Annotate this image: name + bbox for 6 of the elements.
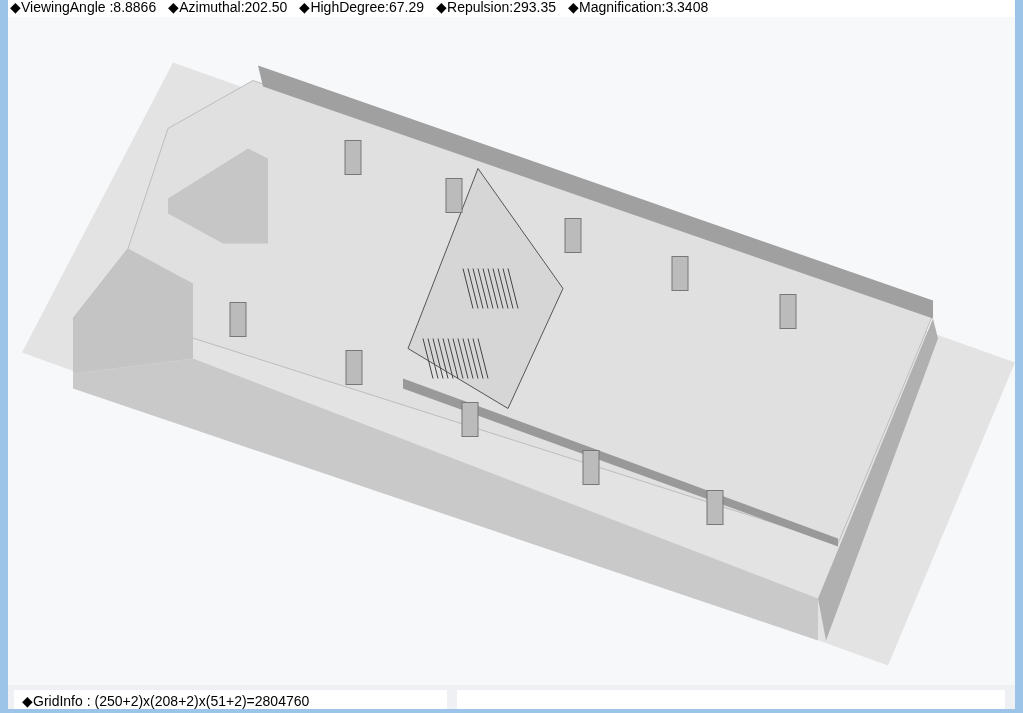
stat-text: ◆ViewingAngle :8.8866 [10,0,157,15]
stat-text: ◆Azimuthal:202.50 [168,0,288,15]
stat-text: ◆Magnification:3.3408 [568,0,709,15]
stat-text: ◆HighDegree:67.29 [299,0,424,15]
stat-text: ◆Repulsion:293.35 [436,0,556,15]
grid-info-text: ◆GridInfo : (250+2)x(208+2)x(51+2)=2804760 [14,690,447,709]
